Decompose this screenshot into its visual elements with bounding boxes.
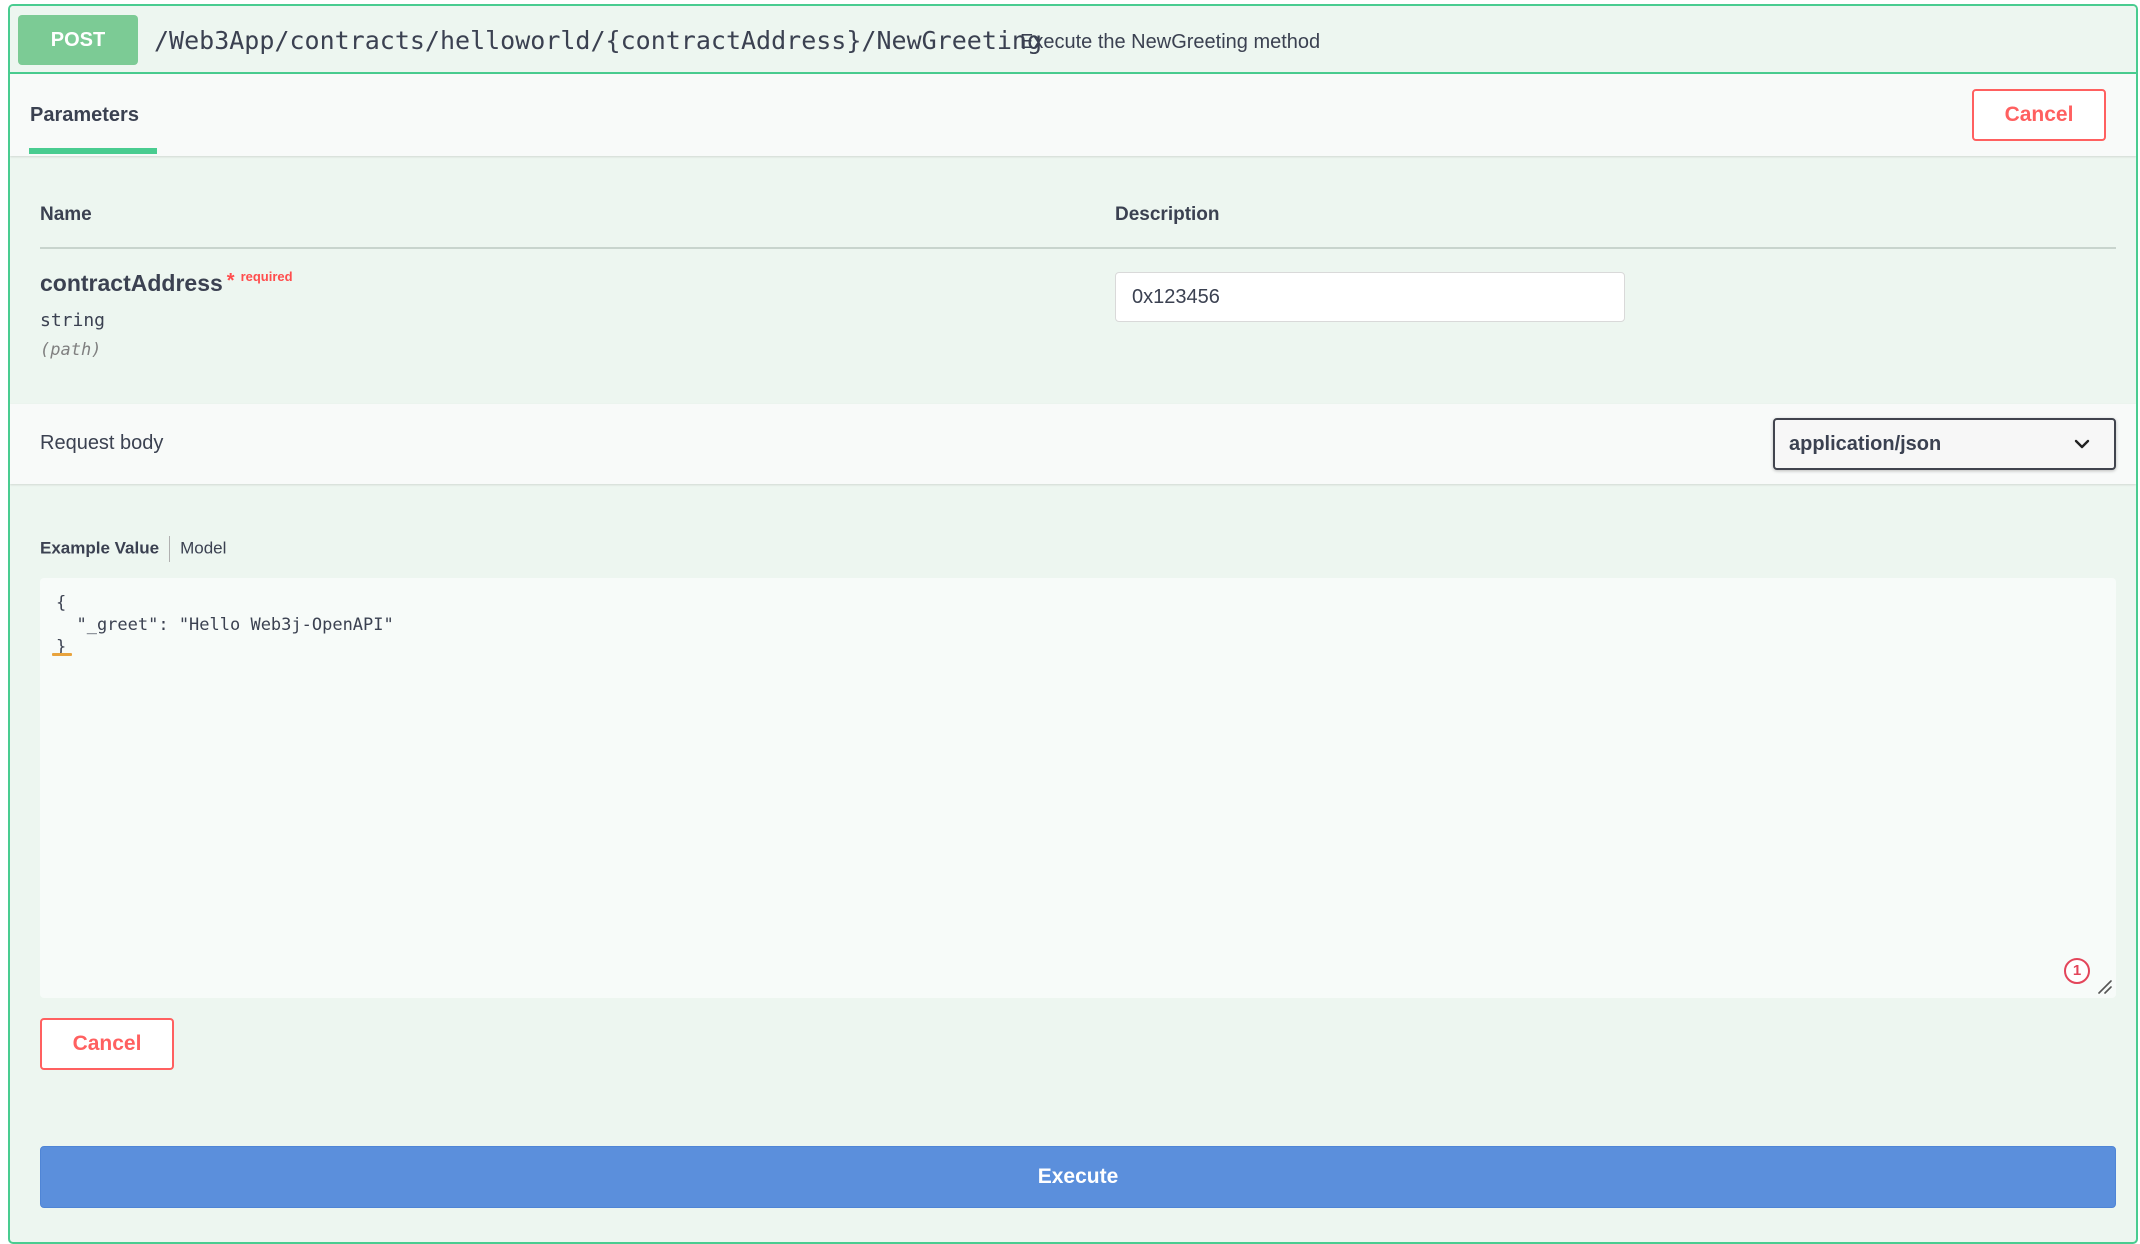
table-divider — [40, 247, 2116, 249]
request-body-title: Request body — [40, 432, 164, 454]
param-location: (path) — [40, 340, 102, 360]
param-type: string — [40, 310, 106, 331]
request-body-editor[interactable]: { "_greet": "Hello Web3j-OpenAPI" } 1 — [40, 578, 2116, 998]
tab-model[interactable]: Model — [180, 538, 226, 557]
param-name-text: contractAddress — [40, 270, 223, 296]
parameters-header: Parameters Cancel — [10, 74, 2136, 156]
contract-address-input[interactable] — [1115, 272, 1625, 322]
lint-underline — [52, 653, 72, 656]
content-type-value: application/json — [1789, 433, 1942, 455]
required-label: required — [240, 269, 293, 284]
request-body-code[interactable]: { "_greet": "Hello Web3j-OpenAPI" } — [56, 592, 394, 658]
endpoint-description: Execute the NewGreeting method — [1020, 31, 1321, 53]
error-count-icon: 1 — [2064, 958, 2090, 984]
tab-active-indicator — [29, 148, 157, 154]
cancel-try-out-button[interactable]: Cancel — [1972, 89, 2106, 141]
cancel-button[interactable]: Cancel — [40, 1018, 174, 1070]
operation-block-post: POST /Web3App/contracts/helloworld/{cont… — [8, 4, 2138, 1244]
column-header-description: Description — [1115, 204, 1220, 225]
operation-summary[interactable]: POST /Web3App/contracts/helloworld/{cont… — [10, 6, 2136, 74]
param-name: contractAddress * required — [40, 269, 293, 297]
method-badge: POST — [18, 15, 138, 65]
endpoint-path: /Web3App/contracts/helloworld/{contractA… — [154, 26, 1043, 55]
tab-separator — [169, 536, 171, 562]
resize-handle-icon[interactable] — [2096, 978, 2112, 994]
required-asterisk: * — [226, 270, 235, 292]
chevron-down-icon — [2074, 439, 2090, 449]
execute-button[interactable]: Execute — [40, 1146, 2116, 1208]
example-model-tabs: Example Value Model — [40, 536, 226, 564]
request-body-header: Request body application/json — [10, 404, 2136, 484]
content-type-select[interactable]: application/json — [1773, 418, 2116, 470]
tab-parameters[interactable]: Parameters — [30, 104, 139, 127]
column-header-name: Name — [40, 204, 92, 225]
tab-example-value[interactable]: Example Value — [40, 538, 159, 557]
